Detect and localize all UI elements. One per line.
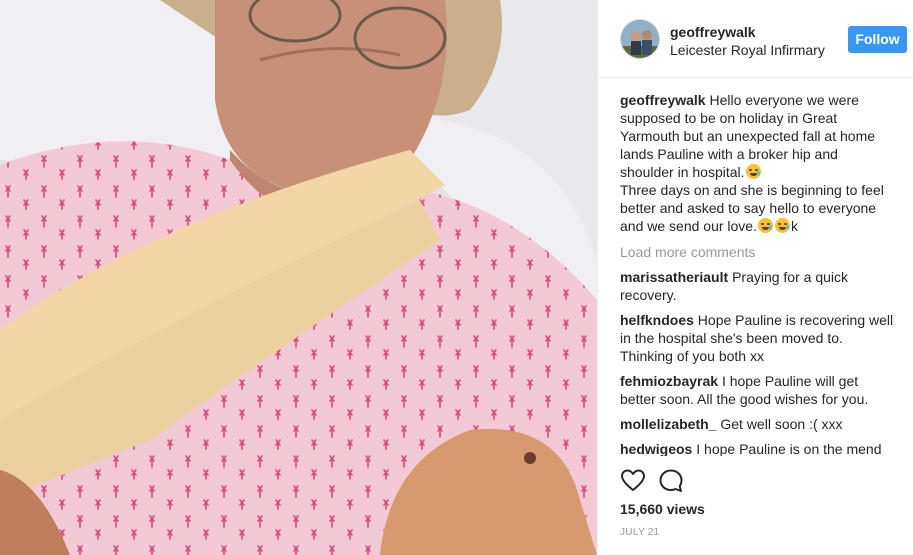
avatar[interactable] bbox=[620, 19, 660, 59]
comments-list[interactable]: geoffreywalk Hello everyone we were supp… bbox=[620, 91, 908, 456]
comment-item: fehmiozbayrak I hope Pauline will get be… bbox=[620, 372, 908, 408]
heart-outline-icon[interactable] bbox=[620, 468, 646, 494]
caption-text: supposed to be on holiday in Great bbox=[620, 110, 838, 126]
post-actions bbox=[620, 468, 720, 494]
comment-username[interactable]: marissatheriault bbox=[620, 269, 728, 285]
comment-username[interactable]: mollelizabeth_ bbox=[620, 416, 716, 432]
caption-line: shoulder in hospital. bbox=[620, 163, 908, 181]
comment-text: in the hospital she's been moved to. bbox=[620, 330, 843, 346]
post-sidebar: geoffreywalk Leicester Royal Infirmary F… bbox=[597, 0, 913, 555]
view-count[interactable]: 15,660 views bbox=[620, 501, 705, 517]
caption-text: shoulder in hospital. bbox=[620, 164, 745, 180]
comment-text: I hope Pauline will get bbox=[721, 373, 859, 389]
comment-text: Thinking of you both xx bbox=[620, 348, 764, 364]
caption-text: Yarmouth but an unexpected fall at home bbox=[620, 128, 876, 144]
comment-text: recovery. bbox=[620, 287, 677, 303]
caption-text: better and asked to say hello to everyon… bbox=[620, 200, 877, 216]
header-username[interactable]: geoffreywalk bbox=[670, 24, 756, 40]
comment-item: mollelizabeth_ Get well soon :( xxx bbox=[620, 415, 908, 433]
comment-text: better soon. All the good wishes for you… bbox=[620, 391, 869, 407]
avatar-image bbox=[621, 20, 659, 58]
post-date[interactable]: JULY 21 bbox=[620, 527, 660, 538]
patient-photo-illustration bbox=[0, 0, 597, 555]
caption-username[interactable]: geoffreywalk bbox=[620, 92, 706, 108]
crying-face-emoji-icon bbox=[757, 218, 773, 233]
header-location[interactable]: Leicester Royal Infirmary bbox=[670, 42, 825, 58]
post-header: geoffreywalk Leicester Royal Infirmary F… bbox=[598, 0, 913, 78]
caption-text: Hello everyone we were bbox=[709, 92, 859, 108]
speech-bubble-icon[interactable] bbox=[658, 468, 684, 494]
sad-face-emoji-icon bbox=[745, 164, 761, 179]
comment-item: helfkndoes Hope Pauline is recovering we… bbox=[620, 311, 908, 365]
comment-item: marissatheriault Praying for a quick rec… bbox=[620, 268, 908, 304]
post-photo[interactable] bbox=[0, 0, 597, 555]
comment-text: Praying for a quick bbox=[732, 269, 849, 285]
caption-line: geoffreywalk Hello everyone we were bbox=[620, 91, 908, 109]
follow-button[interactable]: Follow bbox=[848, 26, 907, 53]
caption-text: and we send our love. bbox=[620, 218, 757, 234]
comment-username[interactable]: fehmiozbayrak bbox=[620, 373, 718, 389]
caption-text: lands Pauline with a broker hip and bbox=[620, 146, 838, 162]
caption-text: k bbox=[790, 218, 798, 234]
caption-text: Three days on and she is beginning to fe… bbox=[620, 182, 884, 198]
comment-item: hedwigeos I hope Pauline is on the mend bbox=[620, 440, 908, 456]
comment-username[interactable]: hedwigeos bbox=[620, 441, 692, 456]
post-caption: geoffreywalk Hello everyone we were supp… bbox=[620, 91, 908, 235]
comment-username[interactable]: helfkndoes bbox=[620, 312, 694, 328]
crying-face-emoji-icon bbox=[774, 218, 790, 233]
comment-text: Hope Pauline is recovering well bbox=[697, 312, 894, 328]
caption-line: and we send our love. k bbox=[620, 217, 908, 235]
load-more-comments-link[interactable]: Load more comments bbox=[620, 243, 908, 261]
comment-text: I hope Pauline is on the mend bbox=[696, 441, 882, 456]
comment-text: Get well soon :( xxx bbox=[720, 416, 843, 432]
